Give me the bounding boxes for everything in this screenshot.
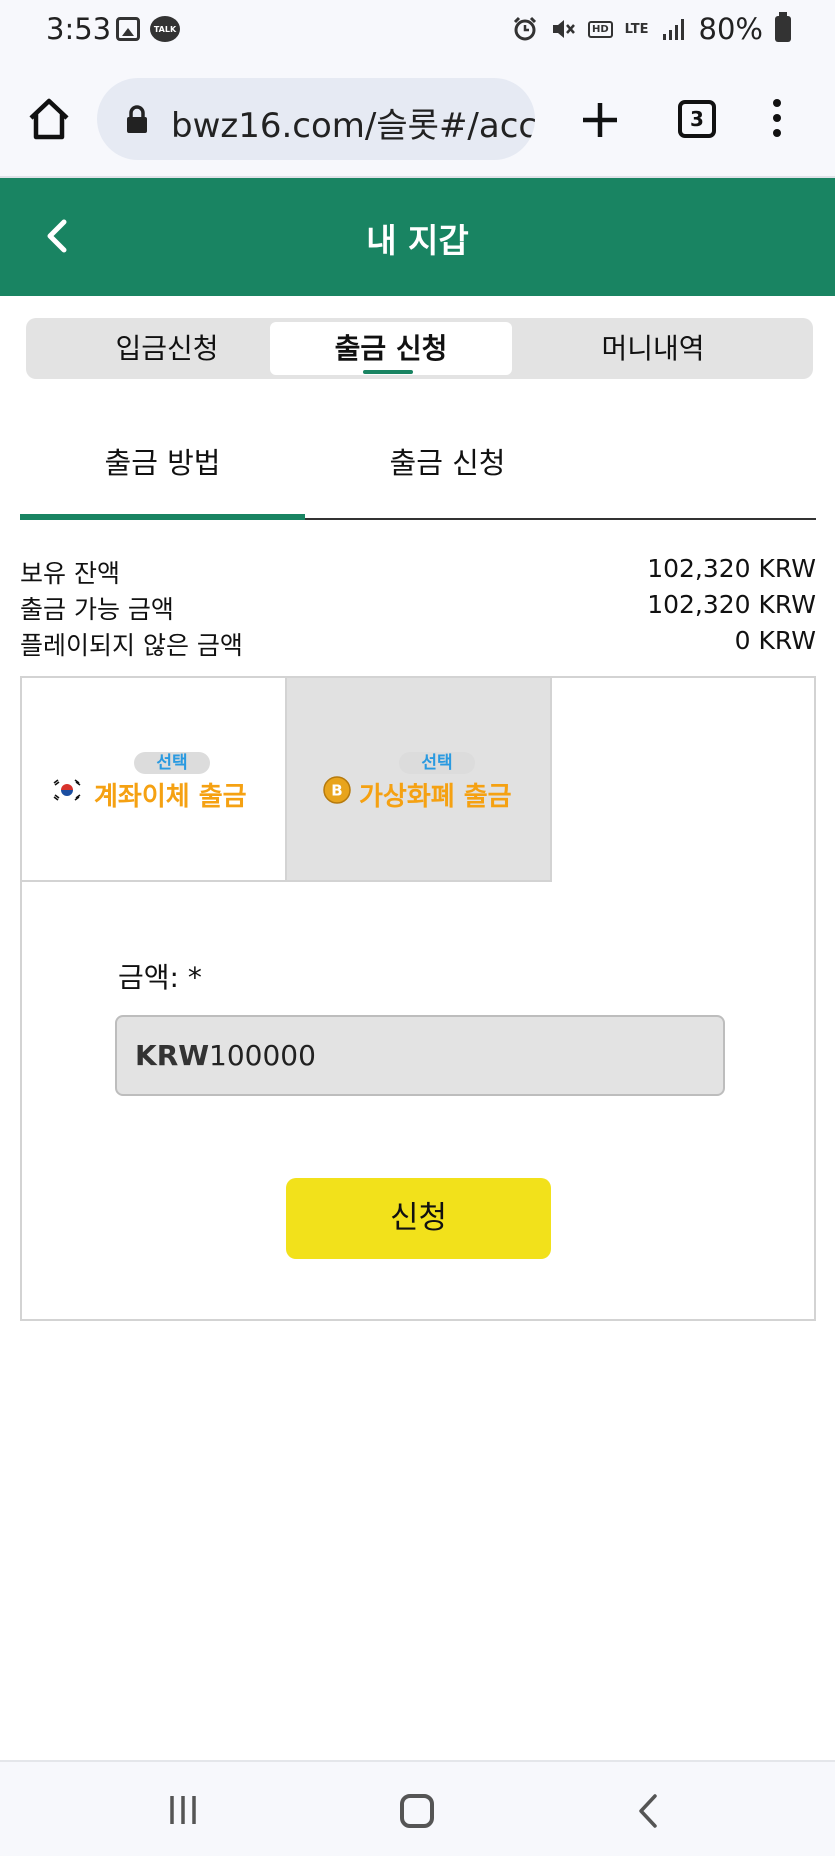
nav-home-icon[interactable]: [400, 1794, 434, 1828]
tab-withdraw[interactable]: 출금 신청: [270, 322, 512, 375]
battery-icon: [775, 12, 791, 42]
gallery-notification-icon: [116, 17, 140, 41]
balance-summary: 보유 잔액 102,320 KRW 출금 가능 금액 102,320 KRW 플…: [20, 554, 816, 662]
svg-text:B: B: [331, 782, 342, 800]
method-select-tag: 선택: [134, 752, 210, 774]
unplayed-value: 0 KRW: [734, 626, 816, 655]
lock-icon: [127, 105, 147, 133]
withdrawable-label: 출금 가능 금액: [20, 595, 174, 624]
withdrawable-value: 102,320 KRW: [647, 590, 816, 619]
recent-apps-icon[interactable]: [168, 1794, 198, 1826]
method-crypto[interactable]: 선택 B 가상화폐 출금: [287, 678, 552, 882]
app-header: 내 지갑: [0, 178, 835, 296]
bitcoin-icon: B: [323, 776, 351, 804]
status-bar: 3:53 TALK HD LTE 80%: [0, 0, 835, 62]
amount-input[interactable]: KRW 100000: [115, 1015, 725, 1096]
lte-icon: LTE: [624, 21, 649, 37]
tab-money-history[interactable]: 머니내역: [532, 322, 774, 375]
browser-toolbar: bwz16.com/슬롯#/acc 3: [0, 62, 835, 178]
home-icon[interactable]: [26, 96, 72, 142]
method-label: 가상화폐 출금: [359, 782, 512, 812]
address-bar[interactable]: bwz16.com/슬롯#/acc: [97, 78, 535, 160]
alarm-icon: [513, 16, 537, 41]
balance-row: 보유 잔액 102,320 KRW: [20, 554, 816, 590]
amount-label: 금액: *: [118, 961, 202, 994]
withdrawable-row: 출금 가능 금액 102,320 KRW: [20, 590, 816, 626]
amount-value: 100000: [209, 1039, 316, 1072]
page-title: 내 지갑: [366, 221, 469, 260]
balance-label: 보유 잔액: [20, 559, 120, 588]
wallet-tabs: 입금신청 출금 신청 머니내역: [26, 318, 813, 379]
submit-button[interactable]: 신청: [286, 1178, 551, 1259]
status-time: 3:53: [46, 12, 112, 46]
subtab-withdraw-method[interactable]: 출금 방법: [20, 440, 305, 482]
balance-value: 102,320 KRW: [647, 554, 816, 583]
withdraw-panel: 선택 계좌이체 출금 선택 B 가상화폐 출금 금액: * KRW 100000…: [20, 676, 816, 1321]
amount-currency: KRW: [135, 1039, 210, 1072]
nav-back-icon[interactable]: [636, 1792, 660, 1830]
tab-switcher-button[interactable]: 3: [678, 100, 716, 138]
new-tab-icon[interactable]: [580, 100, 620, 140]
method-select-tag: 선택: [399, 752, 475, 774]
signal-icon: [662, 19, 684, 40]
url-text: bwz16.com/슬롯#/acc: [171, 106, 535, 146]
battery-percent: 80%: [698, 12, 763, 46]
more-options-icon[interactable]: [770, 98, 784, 138]
system-nav-bar: [0, 1760, 835, 1856]
kakaotalk-notification-icon: TALK: [150, 16, 180, 42]
method-bank-transfer[interactable]: 선택 계좌이체 출금: [22, 678, 287, 882]
active-tab-indicator: [363, 370, 413, 374]
withdraw-sub-tabs: 출금 방법 출금 신청: [20, 434, 816, 520]
method-label: 계좌이체 출금: [94, 782, 247, 812]
subtab-indicator: [20, 514, 305, 520]
unplayed-label: 플레이되지 않은 금액: [20, 631, 243, 660]
unplayed-row: 플레이되지 않은 금액 0 KRW: [20, 626, 816, 662]
korea-flag-icon: [52, 778, 82, 802]
subtab-withdraw-request[interactable]: 출금 신청: [305, 440, 590, 482]
mute-icon: [552, 20, 575, 38]
tab-deposit[interactable]: 입금신청: [46, 322, 288, 375]
hd-voice-icon: HD: [587, 20, 613, 38]
